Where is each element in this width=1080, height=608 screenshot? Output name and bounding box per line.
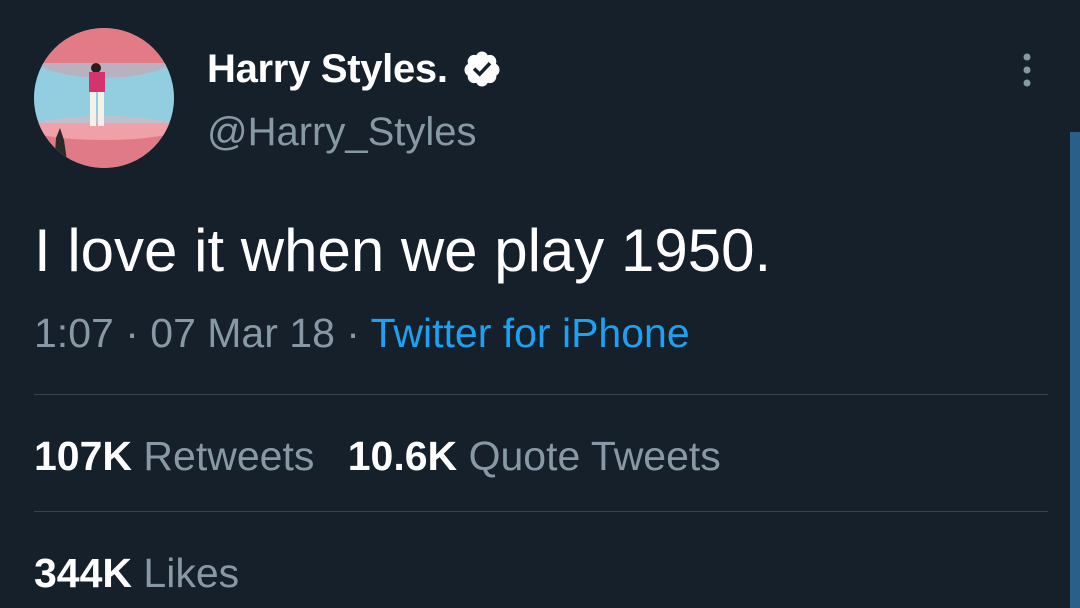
tweet-date[interactable]: 07 Mar 18 [150, 310, 335, 356]
divider [34, 511, 1048, 512]
tweet-detail: Harry Styles. @Harry_Styles I love it wh… [0, 0, 1080, 608]
verified-badge-icon [464, 51, 500, 87]
meta-separator: · [125, 310, 139, 356]
quote-tweets-stat[interactable]: 10.6K Quote Tweets [348, 433, 721, 480]
stats-row-likes: 344K Likes [34, 550, 239, 597]
tweet-time[interactable]: 1:07 [34, 310, 114, 356]
tweet-source-link[interactable]: Twitter for iPhone [371, 310, 690, 356]
meta-separator: · [346, 310, 360, 356]
display-name[interactable]: Harry Styles. [207, 47, 448, 92]
scrollbar[interactable] [1070, 132, 1080, 608]
author-name-row: Harry Styles. [207, 42, 502, 96]
divider [34, 394, 1048, 395]
likes-stat[interactable]: 344K Likes [34, 550, 239, 597]
quote-tweets-label: Quote Tweets [468, 433, 721, 479]
more-vertical-icon[interactable] [1012, 50, 1042, 90]
stats-row-shares: 107K Retweets 10.6K Quote Tweets [34, 433, 721, 480]
retweets-stat[interactable]: 107K Retweets [34, 433, 314, 480]
likes-count: 344K [34, 550, 133, 596]
retweets-label: Retweets [143, 433, 315, 479]
profile-photo [34, 28, 174, 168]
tweet-meta: 1:07 · 07 Mar 18 · Twitter for iPhone [34, 310, 690, 357]
avatar[interactable] [34, 28, 174, 168]
quote-tweets-count: 10.6K [347, 433, 458, 479]
tweet-text: I love it when we play 1950. [34, 217, 772, 284]
retweets-count: 107K [34, 433, 133, 479]
author-handle[interactable]: @Harry_Styles [207, 110, 477, 155]
likes-label: Likes [143, 550, 240, 596]
